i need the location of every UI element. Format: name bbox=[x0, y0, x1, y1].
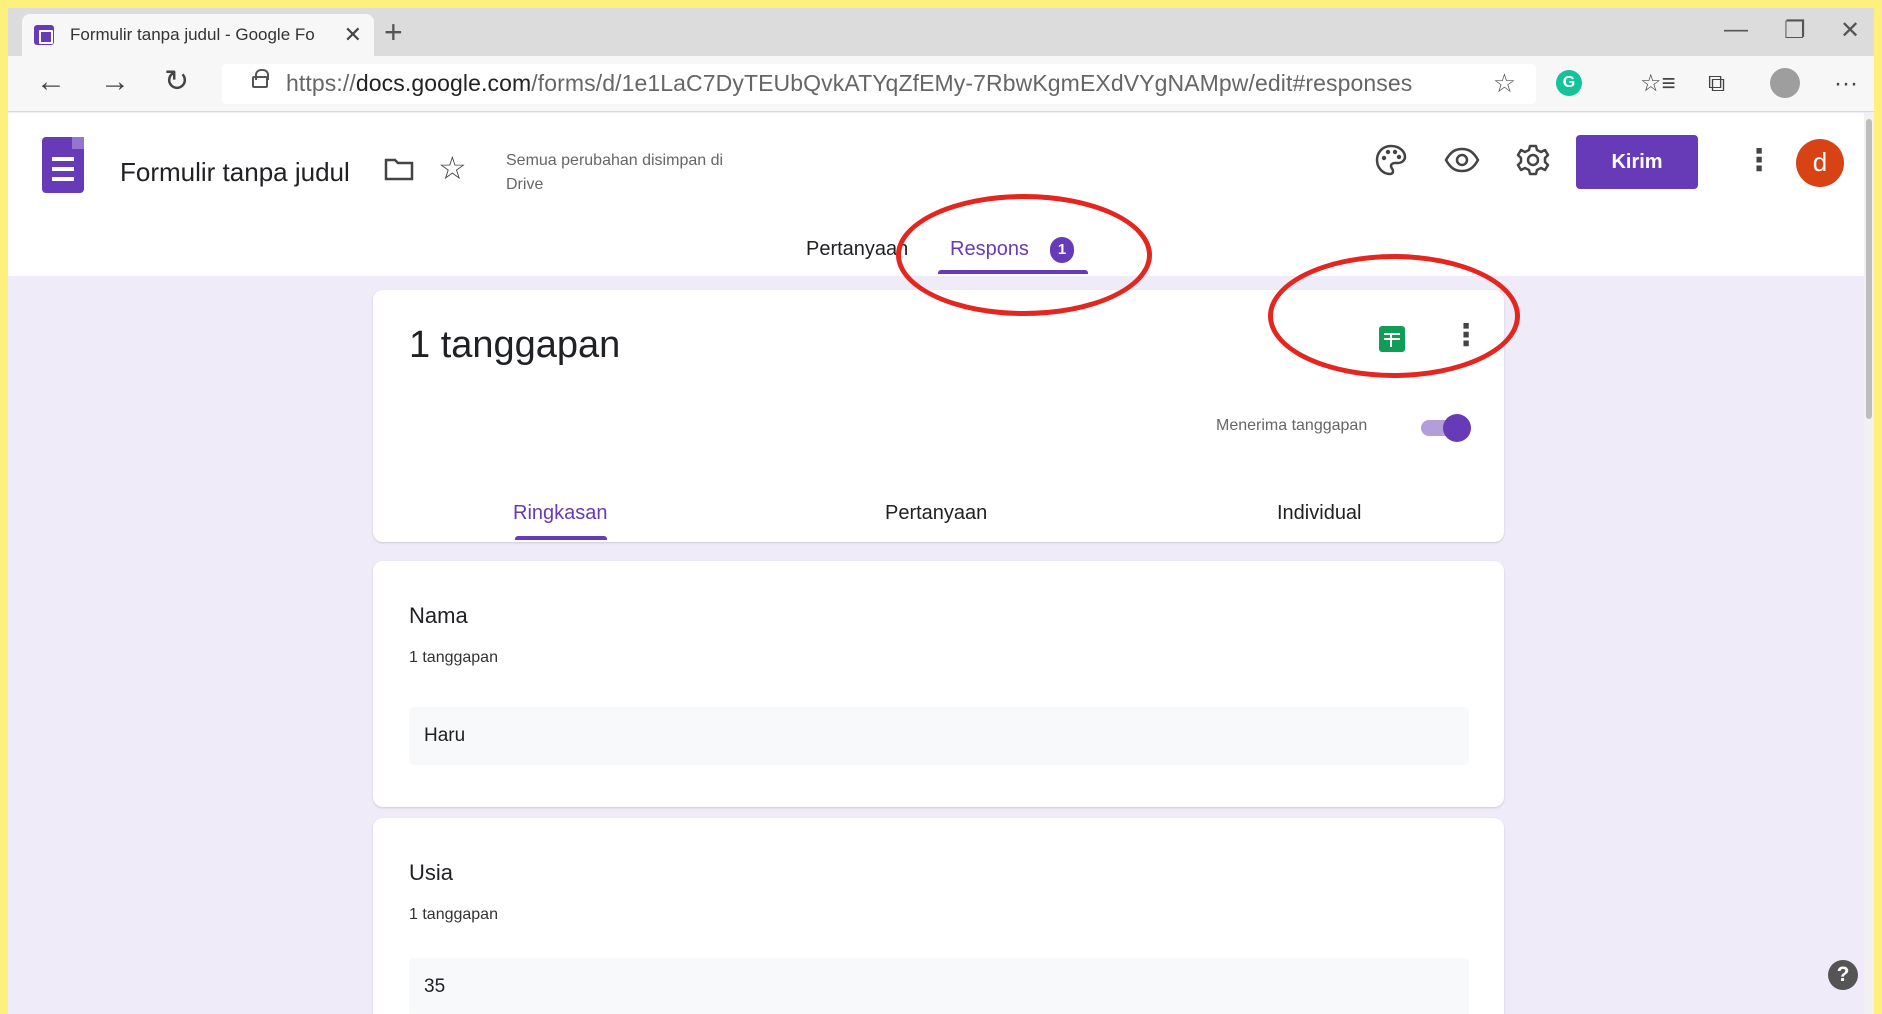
question-title: Nama bbox=[409, 603, 468, 628]
answer-item: Haru bbox=[409, 707, 1469, 765]
tab-close-icon[interactable]: ✕ bbox=[344, 22, 362, 48]
answer-item: 35 bbox=[409, 958, 1469, 1014]
tab-strip: Formulir tanpa judul - Google Fo ✕ + — ❐… bbox=[8, 8, 1874, 56]
question-card: Usia 1 tanggapan 35 bbox=[373, 818, 1504, 1014]
annotation-ellipse-responses-tab bbox=[896, 194, 1152, 316]
lock-icon[interactable] bbox=[252, 69, 269, 88]
subtab-questions[interactable]: Pertanyaan bbox=[885, 502, 987, 525]
browser-tab[interactable]: Formulir tanpa judul - Google Fo ✕ bbox=[22, 14, 374, 56]
accepting-responses-toggle[interactable] bbox=[1421, 412, 1473, 444]
minimize-icon[interactable]: — bbox=[1724, 16, 1748, 44]
annotation-ellipse-sheets-button bbox=[1268, 254, 1520, 378]
reload-icon[interactable]: ↻ bbox=[164, 64, 189, 100]
profile-icon[interactable] bbox=[1770, 68, 1800, 98]
tab-title: Formulir tanpa judul - Google Fo bbox=[70, 25, 315, 44]
form-title[interactable]: Formulir tanpa judul bbox=[120, 157, 350, 188]
palette-icon[interactable] bbox=[1374, 143, 1408, 177]
back-icon[interactable]: ← bbox=[36, 64, 66, 100]
grammarly-extension-icon[interactable]: G bbox=[1556, 70, 1582, 96]
google-forms-logo-icon[interactable] bbox=[42, 137, 84, 193]
question-title: Usia bbox=[409, 860, 454, 885]
scroll-thumb[interactable] bbox=[1866, 119, 1872, 419]
address-bar[interactable]: https://docs.google.com/forms/d/1e1LaC7D… bbox=[222, 64, 1536, 104]
question-response-count: 1 tanggapan bbox=[409, 906, 498, 923]
bookmark-star-icon[interactable]: ☆ bbox=[1493, 68, 1516, 99]
subtab-summary[interactable]: Ringkasan bbox=[513, 502, 608, 525]
browser-window: Formulir tanpa judul - Google Fo ✕ + — ❐… bbox=[8, 8, 1874, 1014]
folder-icon[interactable] bbox=[384, 157, 414, 181]
collections-icon[interactable]: ⧉ bbox=[1708, 70, 1725, 98]
account-avatar[interactable]: d bbox=[1796, 139, 1844, 187]
active-subtab-indicator bbox=[515, 536, 607, 540]
forward-icon[interactable]: → bbox=[100, 64, 130, 100]
question-response-count: 1 tanggapan bbox=[409, 649, 498, 666]
url-text[interactable]: https://docs.google.com/forms/d/1e1LaC7D… bbox=[286, 70, 1412, 97]
more-options-icon[interactable]: ⋮ bbox=[1744, 143, 1774, 178]
settings-gear-icon[interactable] bbox=[1516, 143, 1550, 177]
browser-menu-icon[interactable]: ··· bbox=[1834, 70, 1858, 98]
page-scrollbar[interactable] bbox=[1864, 113, 1874, 1014]
preview-eye-icon[interactable] bbox=[1444, 143, 1480, 177]
favorites-icon[interactable]: ☆≡ bbox=[1640, 70, 1676, 98]
forms-favicon-icon bbox=[34, 25, 54, 45]
restore-icon[interactable]: ❐ bbox=[1784, 16, 1806, 45]
help-icon[interactable]: ? bbox=[1828, 960, 1858, 990]
subtab-individual[interactable]: Individual bbox=[1277, 502, 1362, 525]
tab-questions[interactable]: Pertanyaan bbox=[806, 238, 908, 261]
question-card: Nama 1 tanggapan Haru bbox=[373, 561, 1504, 807]
send-button[interactable]: Kirim bbox=[1576, 135, 1698, 189]
response-count: 1 tanggapan bbox=[409, 324, 621, 366]
new-tab-icon[interactable]: + bbox=[384, 14, 403, 50]
toggle-knob bbox=[1443, 414, 1471, 442]
close-window-icon[interactable]: ✕ bbox=[1840, 16, 1860, 45]
browser-toolbar: ← → ↻ https://docs.google.com/forms/d/1e… bbox=[8, 56, 1874, 112]
accepting-responses-label: Menerima tanggapan bbox=[1216, 417, 1368, 434]
save-status: Semua perubahan disimpan di Drive bbox=[506, 152, 724, 193]
star-icon[interactable]: ☆ bbox=[438, 149, 467, 187]
